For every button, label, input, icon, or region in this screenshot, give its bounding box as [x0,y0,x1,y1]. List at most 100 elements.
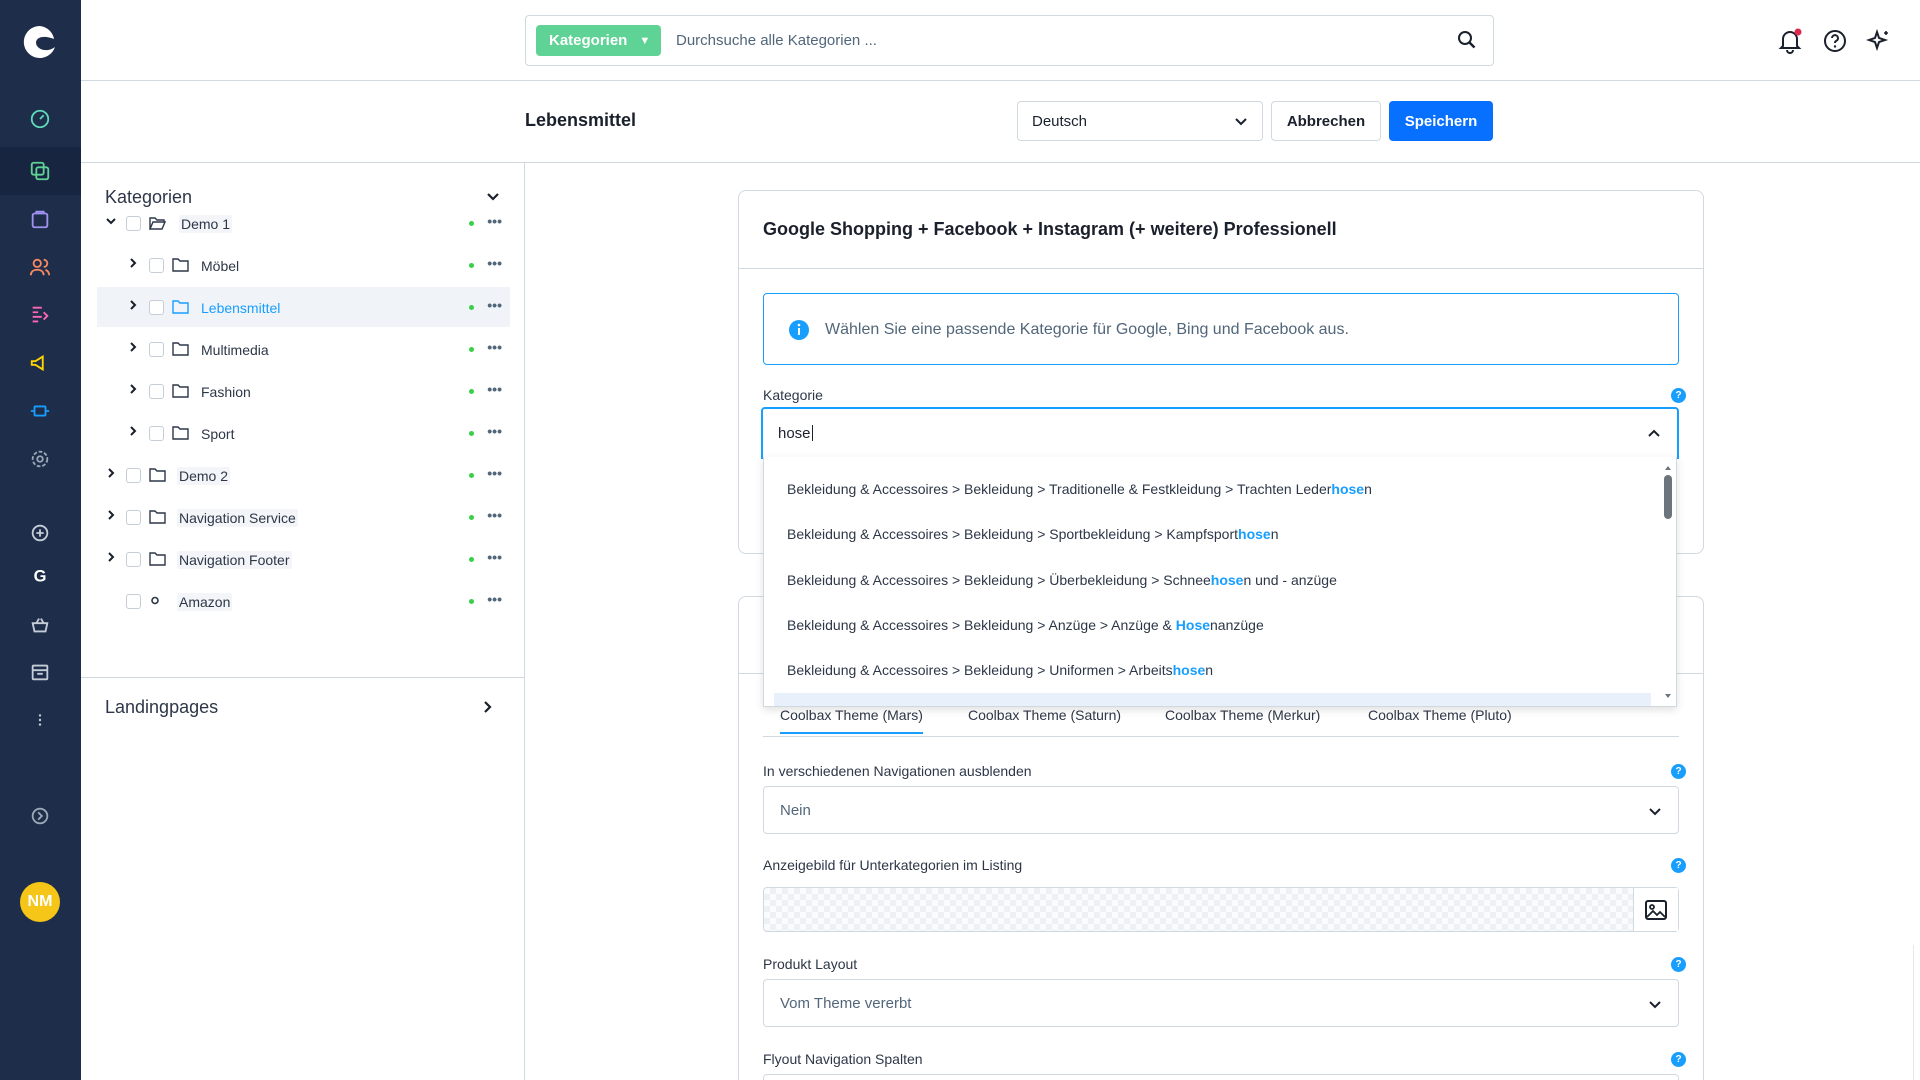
more-actions-icon[interactable]: ••• [487,255,502,271]
tree-item-label[interactable]: Lebensmittel [199,299,282,317]
tree-item-label[interactable]: Möbel [199,257,241,275]
more-actions-icon[interactable]: ••• [487,507,502,523]
tree-checkbox[interactable] [126,510,141,525]
chevron-right-icon[interactable] [127,425,139,437]
cancel-button[interactable]: Abbrechen [1271,101,1381,141]
tree-item-label[interactable]: Fashion [199,383,253,401]
help-icon[interactable]: ? [1671,1052,1686,1067]
chevron-down-icon[interactable] [486,189,500,203]
basket-icon[interactable] [24,609,56,641]
chevron-right-icon[interactable] [105,551,117,563]
tree-item-label[interactable]: Amazon [177,593,233,611]
chevron-right-icon[interactable] [127,341,139,353]
tree-item-label[interactable]: Demo 1 [179,215,233,233]
chevron-right-icon[interactable] [127,257,139,269]
customers-icon[interactable] [24,251,56,283]
tree-item-label[interactable]: Navigation Footer [177,551,292,569]
global-search[interactable]: Kategorien ▼ Durchsuche alle Kategorien … [525,15,1494,66]
chevron-right-icon[interactable] [105,467,117,479]
tree-item-moebel[interactable]: Möbel ••• [97,245,510,285]
notifications-icon[interactable] [1777,28,1803,59]
image-upload-field[interactable] [763,887,1679,932]
tree-checkbox[interactable] [149,258,164,273]
hide-nav-select[interactable]: Nein [763,786,1679,834]
kategorie-search-input[interactable]: hose [761,407,1679,459]
shopware-logo-icon[interactable] [20,22,60,62]
tab-theme-mars[interactable]: Coolbax Theme (Mars) [780,707,923,734]
extensions-icon[interactable] [24,395,56,427]
chevron-right-icon[interactable] [127,383,139,395]
dropdown-option[interactable]: Bekleidung & Accessoires > Bekleidung > … [787,662,1213,678]
tree-checkbox[interactable] [149,384,164,399]
dropdown-option[interactable]: Bekleidung & Accessoires > Bekleidung > … [787,617,1264,633]
content-icon[interactable] [24,299,56,331]
tree-item-label[interactable]: Sport [199,425,236,443]
chevron-right-icon[interactable] [105,509,117,521]
flyout-select[interactable] [763,1074,1679,1080]
chevron-up-icon[interactable] [1647,427,1661,441]
tab-theme-merkur[interactable]: Coolbax Theme (Merkur) [1165,707,1320,723]
image-picker-button[interactable] [1633,888,1678,931]
dropdown-option[interactable]: Bekleidung & Accessoires > Bekleidung > … [787,526,1279,542]
tree-item-navigation-service[interactable]: Navigation Service ••• [97,497,510,537]
save-button[interactable]: Speichern [1389,101,1493,141]
tab-theme-saturn[interactable]: Coolbax Theme (Saturn) [968,707,1121,723]
more-actions-icon[interactable]: ••• [487,591,502,607]
chevron-right-icon[interactable] [127,299,139,311]
search-placeholder[interactable]: Durchsuche alle Kategorien ... [676,32,877,49]
more-actions-icon[interactable]: ••• [487,423,502,439]
dropdown-option[interactable]: Bekleidung & Accessoires > Bekleidung > … [787,481,1372,497]
avatar[interactable]: NM [20,882,60,922]
tree-checkbox[interactable] [149,300,164,315]
dashboard-icon[interactable] [24,103,56,135]
help-icon[interactable] [1822,28,1848,59]
chevron-down-icon[interactable] [105,215,117,227]
tree-item-navigation-footer[interactable]: Navigation Footer ••• [97,539,510,579]
more-actions-icon[interactable]: ••• [487,297,502,313]
help-icon[interactable]: ? [1671,858,1686,873]
catalogue-icon[interactable] [24,155,56,187]
add-icon[interactable] [24,517,56,549]
marketing-icon[interactable] [24,347,56,379]
dropdown-option-highlighted[interactable] [774,693,1651,706]
settings-icon[interactable] [24,443,56,475]
scrollbar-thumb[interactable] [1664,475,1672,519]
tree-item-amazon[interactable]: Amazon ••• [97,581,510,621]
kategorie-input-value[interactable]: hose [778,425,811,442]
ai-sparkle-icon[interactable] [1865,28,1892,59]
tree-item-sport[interactable]: Sport ••• [97,413,510,453]
language-select[interactable]: Deutsch [1017,101,1263,141]
tree-checkbox[interactable] [149,342,164,357]
search-icon[interactable] [1457,30,1477,50]
tree-item-label[interactable]: Multimedia [199,341,271,359]
tree-item-lebensmittel[interactable]: Lebensmittel ••• [97,287,510,327]
google-icon[interactable]: G [24,560,56,592]
chevron-right-icon[interactable] [480,700,494,714]
tree-checkbox[interactable] [126,594,141,609]
more-actions-icon[interactable]: ••• [487,465,502,481]
layout-select[interactable]: Vom Theme vererbt [763,979,1679,1027]
tree-checkbox[interactable] [126,468,141,483]
tree-item-label[interactable]: Navigation Service [177,509,298,527]
tree-item-fashion[interactable]: Fashion ••• [97,371,510,411]
help-icon[interactable]: ? [1671,957,1686,972]
more-actions-icon[interactable]: ••• [487,339,502,355]
more-actions-icon[interactable]: ••• [487,549,502,565]
tree-item-demo-2[interactable]: Demo 2 ••• [97,455,510,495]
more-vertical-icon[interactable] [24,704,56,736]
dropdown-option[interactable]: Bekleidung & Accessoires > Bekleidung > … [787,572,1337,588]
tree-checkbox[interactable] [126,552,141,567]
tree-checkbox[interactable] [149,426,164,441]
tree-item-multimedia[interactable]: Multimedia ••• [97,329,510,369]
more-actions-icon[interactable]: ••• [487,213,502,229]
tree-item-label[interactable]: Demo 2 [177,467,231,485]
more-actions-icon[interactable]: ••• [487,381,502,397]
help-icon[interactable]: ? [1671,764,1686,779]
tree-item-demo-1[interactable]: Demo 1 ••• [97,203,510,243]
search-type-pill[interactable]: Kategorien ▼ [536,25,661,56]
collapse-nav-icon[interactable] [24,800,56,832]
orders-icon[interactable] [24,203,56,235]
store-icon[interactable] [24,656,56,688]
tree-checkbox[interactable] [126,216,141,231]
landingpages-heading[interactable]: Landingpages [105,697,218,718]
